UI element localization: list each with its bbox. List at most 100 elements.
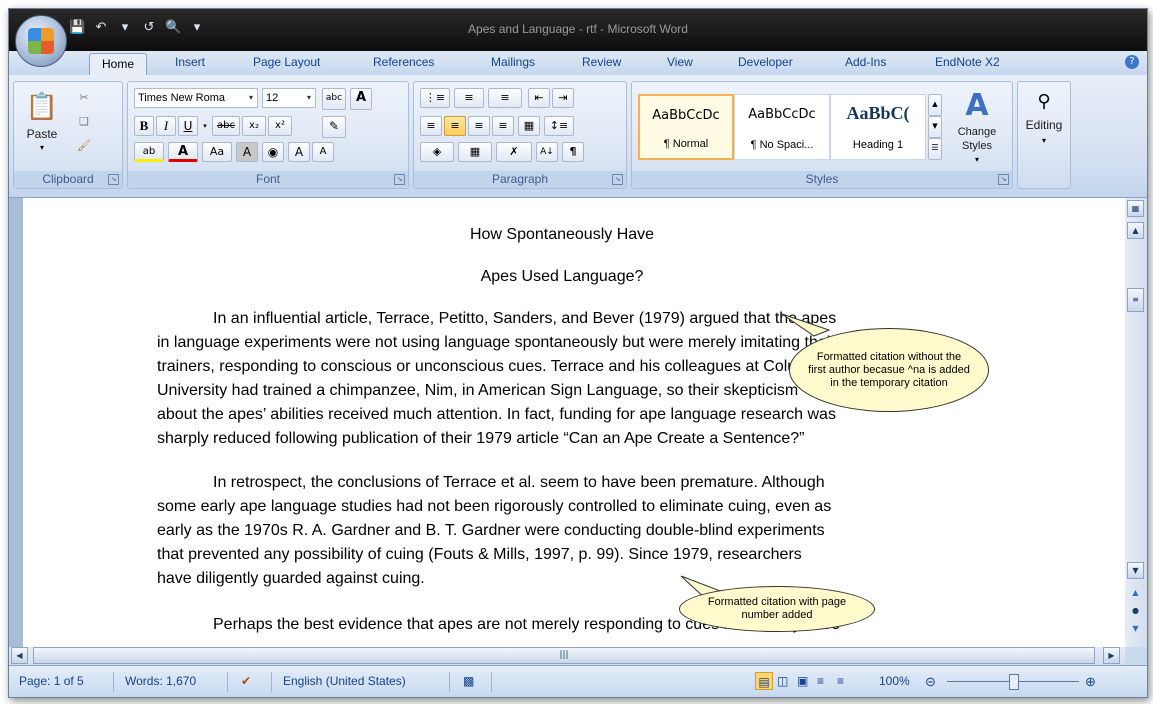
tab-endnote[interactable]: EndNote X2 bbox=[935, 55, 1000, 69]
italic-button[interactable]: I bbox=[156, 116, 176, 136]
font-color-button[interactable]: A bbox=[168, 142, 198, 162]
scroll-left-icon[interactable]: ◀ bbox=[11, 647, 28, 664]
outline-view-icon[interactable]: ≡ bbox=[817, 674, 824, 688]
superscript-button[interactable]: x² bbox=[268, 116, 292, 136]
zoom-out-icon[interactable]: ⊝ bbox=[925, 674, 936, 690]
document-area[interactable]: How Spontaneously Have Apes Used Languag… bbox=[9, 198, 1125, 647]
style-no-spacing[interactable]: AaBbCcDc ¶ No Spaci... bbox=[734, 94, 830, 160]
tab-home[interactable]: Home bbox=[89, 53, 148, 77]
highlight-button[interactable]: ab bbox=[134, 142, 164, 162]
borders-icon[interactable]: ▦ bbox=[458, 142, 492, 162]
word-count[interactable]: Words: 1,670 bbox=[125, 674, 196, 688]
tab-mailings[interactable]: Mailings bbox=[491, 55, 535, 69]
grow-font-button[interactable]: A bbox=[288, 142, 310, 162]
character-shading-button[interactable]: A bbox=[236, 142, 258, 162]
full-screen-reading-icon[interactable]: ◫ bbox=[777, 674, 788, 688]
callout-2: Formatted citation with page number adde… bbox=[679, 586, 875, 632]
align-right-icon[interactable]: ≡ bbox=[468, 116, 490, 136]
zoom-in-icon[interactable]: ⊕ bbox=[1085, 674, 1096, 690]
styles-more-icon[interactable]: ☰ bbox=[928, 138, 942, 160]
previous-page-icon[interactable]: ▲ bbox=[1127, 584, 1144, 601]
dialog-launcher-icon[interactable]: ↘ bbox=[998, 174, 1009, 185]
text-effects-icon[interactable]: ✎ bbox=[322, 116, 346, 138]
dialog-launcher-icon[interactable]: ↘ bbox=[394, 174, 405, 185]
strikethrough-button[interactable]: abc bbox=[212, 116, 240, 136]
page-margin bbox=[9, 198, 23, 647]
scroll-up-icon[interactable]: ▲ bbox=[1127, 222, 1144, 239]
line-spacing-icon[interactable]: ↕≡ bbox=[544, 116, 574, 136]
show-hide-icon[interactable]: ¶ bbox=[562, 142, 584, 162]
character-border-button[interactable]: A bbox=[350, 88, 372, 110]
styles-scroll-up-icon[interactable]: ▲ bbox=[928, 94, 942, 116]
shrink-font-button[interactable]: A bbox=[312, 142, 334, 162]
chevron-down-icon: ▾ bbox=[306, 93, 311, 102]
scroll-thumb[interactable]: ≡ bbox=[1127, 288, 1144, 312]
copy-icon[interactable]: ❏ bbox=[74, 112, 94, 130]
select-browse-object-icon[interactable]: ● bbox=[1127, 602, 1144, 619]
numbering-icon[interactable]: ≡ bbox=[454, 88, 484, 108]
change-styles-label: Change Styles bbox=[957, 126, 997, 152]
underline-button[interactable]: U bbox=[178, 116, 198, 136]
tab-review[interactable]: Review bbox=[582, 55, 621, 69]
align-center-icon[interactable]: ≡ bbox=[444, 116, 466, 136]
vertical-scrollbar[interactable]: ▦ ▲ ≡ ▼ ▲ ● ▼ bbox=[1125, 198, 1147, 647]
tab-insert[interactable]: Insert bbox=[175, 55, 205, 69]
tab-view[interactable]: View bbox=[667, 55, 693, 69]
tab-developer[interactable]: Developer bbox=[738, 55, 793, 69]
align-left-icon[interactable]: ≡ bbox=[420, 116, 442, 136]
decrease-indent-icon[interactable]: ⇤ bbox=[528, 88, 550, 108]
cut-icon[interactable]: ✂ bbox=[74, 88, 94, 106]
macro-recording-icon[interactable]: ▩ bbox=[463, 674, 474, 688]
tab-page-layout[interactable]: Page Layout bbox=[253, 55, 320, 69]
style-heading-1[interactable]: AaBbC( Heading 1 bbox=[830, 94, 926, 160]
p2-line-1: In retrospect, the conclusions of Terrac… bbox=[213, 474, 825, 491]
style-normal[interactable]: AaBbCcDc ¶ Normal bbox=[638, 94, 734, 160]
tab-references[interactable]: References bbox=[373, 55, 434, 69]
chevron-down-icon[interactable]: ▾ bbox=[200, 116, 210, 136]
dialog-launcher-icon[interactable]: ↘ bbox=[108, 174, 119, 185]
style-sample: AaBbC( bbox=[846, 103, 910, 123]
office-button[interactable] bbox=[15, 15, 67, 67]
clipboard-group-label: Clipboard bbox=[14, 171, 122, 188]
clear-formatting-button[interactable]: abc bbox=[322, 88, 346, 110]
font-group-label: Font bbox=[128, 171, 408, 188]
status-separator bbox=[227, 672, 228, 692]
dialog-launcher-icon[interactable]: ↘ bbox=[612, 174, 623, 185]
sort-icon[interactable]: A↓ bbox=[536, 142, 558, 162]
ruler-toggle-icon[interactable]: ▦ bbox=[1127, 200, 1144, 217]
font-size-combo[interactable]: 12 ▾ bbox=[262, 88, 316, 108]
horizontal-scrollbar[interactable]: ◀ ||| ▶ bbox=[9, 647, 1125, 665]
styles-scroll-down-icon[interactable]: ▼ bbox=[928, 116, 942, 138]
language-indicator[interactable]: English (United States) bbox=[283, 674, 406, 688]
format-painter-icon[interactable]: 🖌 bbox=[74, 136, 94, 154]
asian-layout-icon[interactable]: ✗ bbox=[496, 142, 532, 162]
subscript-button[interactable]: x₂ bbox=[242, 116, 266, 136]
shading-icon[interactable]: ◈ bbox=[420, 142, 454, 162]
font-name-combo[interactable]: Times New Roma ▾ bbox=[134, 88, 258, 108]
bold-button[interactable]: B bbox=[134, 116, 154, 136]
distributed-icon[interactable]: ▦ bbox=[518, 116, 540, 136]
scroll-down-icon[interactable]: ▼ bbox=[1127, 562, 1144, 579]
scroll-right-icon[interactable]: ▶ bbox=[1103, 647, 1120, 664]
bullets-icon[interactable]: ⋮≡ bbox=[420, 88, 450, 108]
editing-button[interactable]: ⚲ Editing ▾ bbox=[1021, 86, 1067, 166]
increase-indent-icon[interactable]: ⇥ bbox=[552, 88, 574, 108]
justify-icon[interactable]: ≡ bbox=[492, 116, 514, 136]
proofing-icon[interactable]: ✔ bbox=[241, 674, 251, 688]
change-styles-button[interactable]: A Change Styles ▾ bbox=[948, 86, 1006, 164]
help-icon[interactable]: ? bbox=[1125, 55, 1139, 69]
enclose-characters-icon[interactable]: ◉ bbox=[262, 142, 284, 162]
web-layout-icon[interactable]: ▣ bbox=[797, 674, 808, 688]
next-page-icon[interactable]: ▼ bbox=[1127, 620, 1144, 637]
multilevel-list-icon[interactable]: ≡ bbox=[488, 88, 522, 108]
horizontal-scroll-thumb[interactable]: ||| bbox=[33, 647, 1095, 664]
zoom-level[interactable]: 100% bbox=[879, 674, 910, 688]
zoom-slider-thumb[interactable] bbox=[1009, 674, 1019, 690]
draft-view-icon[interactable]: ≡ bbox=[837, 674, 844, 688]
tab-add-ins[interactable]: Add-Ins bbox=[845, 55, 886, 69]
print-layout-view-icon[interactable]: ▤ bbox=[755, 672, 773, 690]
page-indicator[interactable]: Page: 1 of 5 bbox=[19, 674, 84, 688]
style-name: ¶ Normal bbox=[663, 138, 709, 150]
change-case-button[interactable]: Aa bbox=[202, 142, 232, 162]
paste-button[interactable]: 📋 Paste ▾ bbox=[20, 86, 64, 158]
